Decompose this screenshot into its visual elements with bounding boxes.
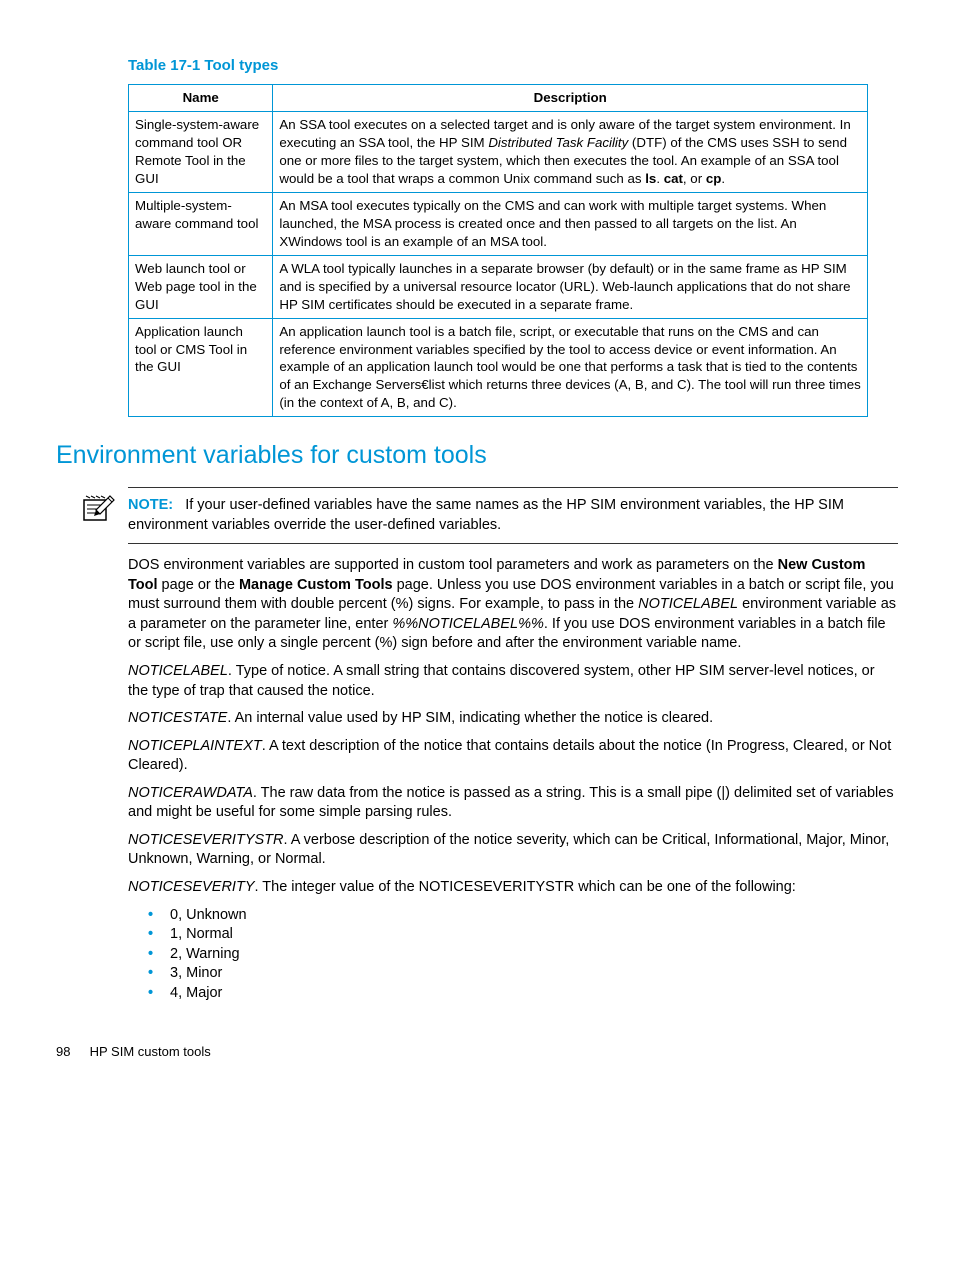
- para-noticeseveritystr: NOTICESEVERITYSTR. A verbose description…: [128, 831, 898, 870]
- severity-list: 0, Unknown 1, Normal 2, Warning 3, Minor…: [128, 906, 898, 1004]
- para-noticestate: NOTICESTATE. An internal value used by H…: [128, 709, 898, 729]
- note-block: NOTE: If your user-defined variables hav…: [128, 487, 898, 544]
- cell-desc: An MSA tool executes typically on the CM…: [273, 192, 868, 255]
- tool-types-table: Name Description Single-system-aware com…: [128, 84, 868, 417]
- cell-name: Web launch tool or Web page tool in the …: [129, 255, 273, 318]
- cell-desc: A WLA tool typically launches in a separ…: [273, 255, 868, 318]
- cell-desc: An SSA tool executes on a selected targe…: [273, 112, 868, 193]
- list-item: 0, Unknown: [148, 906, 898, 926]
- para-noticeplaintext: NOTICEPLAINTEXT. A text description of t…: [128, 737, 898, 776]
- cell-name: Multiple-system-aware command tool: [129, 192, 273, 255]
- body-text: DOS environment variables are supported …: [128, 556, 898, 1003]
- note-icon: [82, 494, 116, 522]
- table-row: Application launch tool or CMS Tool in t…: [129, 318, 868, 417]
- note-label: NOTE:: [128, 497, 173, 513]
- cell-desc: An application launch tool is a batch fi…: [273, 318, 868, 417]
- para-noticerawdata: NOTICERAWDATA. The raw data from the not…: [128, 784, 898, 823]
- list-item: 4, Major: [148, 984, 898, 1004]
- list-item: 1, Normal: [148, 925, 898, 945]
- list-item: 3, Minor: [148, 964, 898, 984]
- para-intro: DOS environment variables are supported …: [128, 556, 898, 654]
- footer-title: HP SIM custom tools: [90, 1044, 211, 1059]
- col-desc: Description: [273, 85, 868, 112]
- page-number: 98: [56, 1043, 86, 1061]
- note-text: If your user-defined variables have the …: [128, 497, 844, 533]
- page-footer: 98 HP SIM custom tools: [56, 1043, 898, 1061]
- table-row: Multiple-system-aware command tool An MS…: [129, 192, 868, 255]
- list-item: 2, Warning: [148, 945, 898, 965]
- col-name: Name: [129, 85, 273, 112]
- cell-name: Application launch tool or CMS Tool in t…: [129, 318, 273, 417]
- cell-name: Single-system-aware command tool OR Remo…: [129, 112, 273, 193]
- para-noticeseverity: NOTICESEVERITY. The integer value of the…: [128, 878, 898, 898]
- section-heading: Environment variables for custom tools: [56, 439, 898, 473]
- table-caption: Table 17-1 Tool types: [128, 56, 898, 76]
- table-row: Web launch tool or Web page tool in the …: [129, 255, 868, 318]
- para-noticelabel: NOTICELABEL. Type of notice. A small str…: [128, 662, 898, 701]
- table-row: Single-system-aware command tool OR Remo…: [129, 112, 868, 193]
